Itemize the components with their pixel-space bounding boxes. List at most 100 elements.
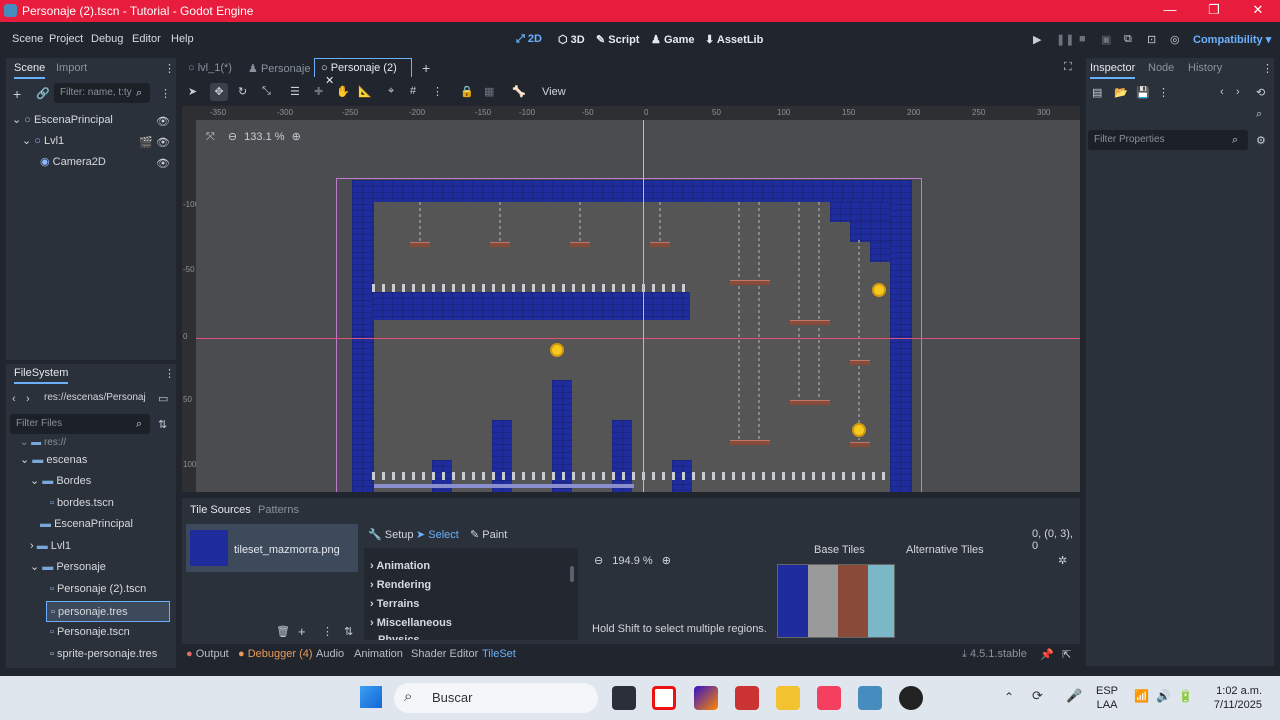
delete-icon[interactable]: 🗑 [276, 625, 290, 638]
scene-options-icon[interactable]: ⋮ [160, 87, 171, 100]
renderer-select[interactable]: Compatibility ▾ [1193, 33, 1271, 46]
fit-icon[interactable]: ⤧ [206, 131, 215, 143]
visibility-icon[interactable]: 👁 [156, 136, 170, 149]
clock[interactable]: 1:02 a.m. 7/11/2025 [1206, 684, 1262, 712]
battery-icon[interactable]: 🔋 [1178, 689, 1193, 703]
stop-icon[interactable]: ■ [1079, 33, 1086, 45]
object-history-icon[interactable]: ⟲ [1256, 86, 1265, 99]
new-resource-icon[interactable]: ▤ [1092, 86, 1102, 99]
section-terrains[interactable]: › Terrains [370, 594, 419, 615]
tab-tileset[interactable]: TileSet [482, 648, 516, 660]
dock-menu-icon[interactable]: ⋮ [164, 62, 175, 75]
add-node-icon[interactable]: + [13, 86, 21, 102]
move-tool-icon[interactable]: ✥ [210, 83, 228, 101]
fs-item[interactable]: ▬ EscenaPrincipal [40, 514, 133, 535]
menu-debug[interactable]: Debug [91, 33, 123, 45]
game-launcher-icon[interactable] [735, 686, 759, 710]
play-scene-icon[interactable]: ⧉ [1124, 33, 1132, 46]
tab-personaje[interactable]: ♟ Personaje [248, 62, 310, 75]
file-explorer-icon[interactable] [776, 686, 800, 710]
maximize-icon[interactable]: ❐ [1192, 2, 1236, 18]
section-miscellaneous[interactable]: › Miscellaneous [370, 613, 452, 634]
workspace-script[interactable]: ✎ Script [596, 33, 639, 46]
mode-paint[interactable]: ✎ Paint [470, 528, 507, 541]
canvas-viewport[interactable]: ⤧ ⊖ 133.1 % ⊕ [196, 120, 1080, 492]
section-physics[interactable]: Physics [378, 634, 420, 640]
zoom-level[interactable]: 133.1 % [244, 131, 284, 143]
tab-audio[interactable]: Audio [316, 648, 344, 660]
tab-patterns[interactable]: Patterns [258, 504, 299, 516]
tab-inspector[interactable]: Inspector [1090, 62, 1136, 79]
tab-scene[interactable]: Scene [14, 62, 46, 79]
fs-filter-input[interactable]: Filter Files [10, 414, 150, 434]
source-menu-icon[interactable]: ⋮ [322, 625, 333, 638]
tab-shader-editor[interactable]: Shader Editor [411, 648, 478, 660]
history-back-icon[interactable]: ‹ [1220, 86, 1224, 98]
play-custom-icon[interactable]: ⊡ [1147, 33, 1156, 46]
select-tool-icon[interactable]: ➤ [188, 85, 197, 98]
section-animation[interactable]: › Animation [370, 556, 430, 577]
section-rendering[interactable]: › Rendering [370, 575, 431, 596]
workspace-game[interactable]: ♟ Game [651, 33, 695, 46]
snap-options-icon[interactable]: ⋮ [432, 85, 443, 98]
zoom-out-icon[interactable]: ⊖ [228, 131, 237, 143]
tab-animation[interactable]: Animation [354, 648, 403, 660]
tab-output[interactable]: ● Output [186, 648, 229, 660]
group-icon[interactable]: ▦ [484, 85, 494, 98]
lock-icon[interactable]: 🔒 [460, 85, 474, 98]
new-tab-icon[interactable]: + [422, 60, 430, 76]
volume-icon[interactable]: 🔊 [1156, 689, 1171, 703]
tile-source-item[interactable]: tileset_mazmorra.png [186, 524, 358, 572]
fs-item[interactable]: ⌄ ▬ escenas [20, 450, 87, 471]
add-source-icon[interactable]: + [298, 624, 306, 639]
tab-debugger[interactable]: ● Debugger (4) [238, 648, 313, 660]
office-icon[interactable] [694, 686, 718, 710]
history-forward-icon[interactable]: › [1236, 86, 1240, 98]
zoom-in-icon[interactable]: ⊕ [662, 555, 671, 567]
bone-icon[interactable]: 🦴 [512, 85, 526, 98]
menu-help[interactable]: Help [171, 33, 194, 45]
menu-project[interactable]: Project [49, 33, 83, 45]
fs-item[interactable]: › ▬ Lvl1 [30, 536, 71, 557]
settings-icon[interactable]: ⚙ [1256, 134, 1266, 147]
forward-icon[interactable]: › [26, 393, 30, 405]
smart-snap-icon[interactable]: ⌖ [388, 85, 394, 98]
tree-item-escenaprincipal[interactable]: ⌄ ○ EscenaPrincipal [12, 110, 172, 131]
copilot-icon[interactable] [612, 686, 636, 710]
fs-item[interactable]: ⌄ ▬ Bordes [30, 471, 91, 492]
workspace-assetlib[interactable]: ⬇ AssetLib [705, 33, 763, 46]
language-indicator[interactable]: ESP LAA [1096, 684, 1118, 712]
sort-icon[interactable]: ⇅ [344, 625, 353, 638]
dock-menu-icon[interactable]: ⋮ [164, 367, 175, 380]
fs-item[interactable]: ▫ sprite-personaje.tres [50, 644, 157, 665]
windows-start-icon[interactable] [360, 686, 382, 708]
play-icon[interactable]: ▶ [1033, 33, 1041, 46]
save-resource-icon[interactable]: 💾 [1136, 86, 1150, 99]
music-icon[interactable] [817, 686, 841, 710]
dock-menu-icon[interactable]: ⋮ [1262, 62, 1273, 75]
pin-icon[interactable]: 📌 [1040, 648, 1054, 661]
tab-node[interactable]: Node [1148, 62, 1174, 74]
scale-tool-icon[interactable]: ⤡ [262, 85, 271, 98]
tree-item-camera2d[interactable]: ◉ Camera2D [40, 152, 170, 173]
atlas-tile-grid[interactable] [777, 564, 895, 638]
mode-select[interactable]: ➤ Select [416, 528, 459, 541]
pivot-icon[interactable]: ✚ [314, 85, 323, 98]
visibility-icon[interactable]: 👁 [156, 157, 170, 170]
view-menu[interactable]: View [542, 86, 566, 98]
fs-item[interactable]: ▫ bordes.tscn [50, 493, 114, 514]
list-select-icon[interactable]: ☰ [290, 85, 300, 98]
split-view-icon[interactable]: ▭ [158, 392, 168, 405]
fs-item[interactable]: ▫ Personaje (2).tscn [50, 579, 146, 600]
taskbar-search[interactable]: ⌕ Buscar [394, 683, 598, 713]
grid-snap-icon[interactable]: # [410, 85, 416, 97]
minimize-icon[interactable]: — [1148, 2, 1192, 17]
open-resource-icon[interactable]: 📂 [1114, 86, 1128, 99]
tab-personaje-2[interactable]: ○ Personaje (2) ✕ [314, 58, 412, 87]
fs-item-selected[interactable]: ▫ personaje.tres [46, 601, 170, 622]
menu-editor[interactable]: Editor [132, 33, 161, 45]
workspace-2d[interactable]: ⤢ 2D [516, 33, 542, 46]
expand-panel-icon[interactable]: ⇱ [1062, 648, 1071, 661]
link-icon[interactable]: 🔗 [36, 87, 50, 100]
sort-icon[interactable]: ⇅ [158, 418, 167, 431]
